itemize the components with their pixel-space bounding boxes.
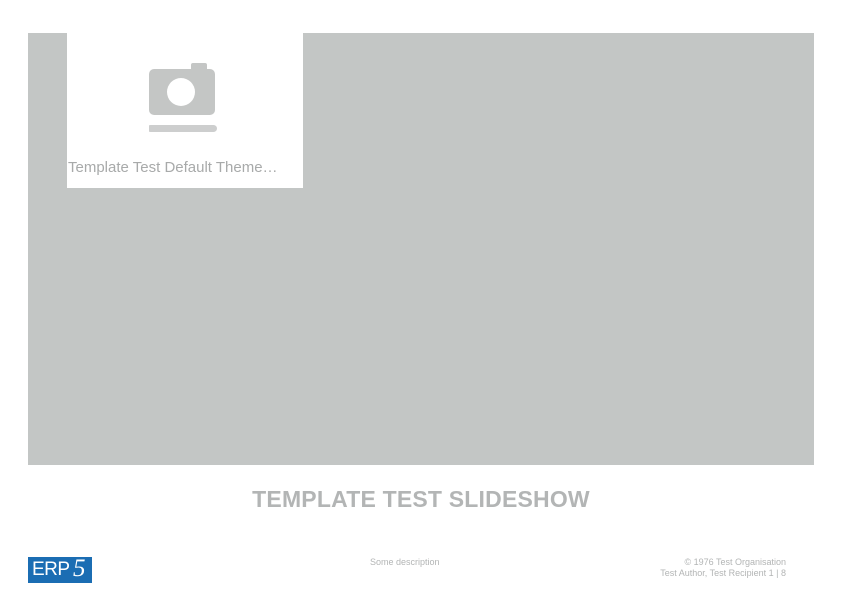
- footer-page-number: 1 | 8: [768, 568, 786, 578]
- footer-authors: Test Author, Test Recipient: [660, 568, 767, 578]
- erp5-logo-text: ERP: [32, 559, 70, 580]
- slide-title: TEMPLATE TEST SLIDESHOW: [252, 486, 590, 512]
- camera-icon: [149, 63, 217, 132]
- erp5-logo: ERP 5: [28, 555, 92, 583]
- footer-copyright: © 1976 Test Organisation: [684, 557, 786, 567]
- footer-authors-line: Test Author, Test Recipient 1 | 8: [660, 568, 786, 579]
- cover-image-area: Template Test Default Theme…: [28, 33, 814, 465]
- footer-description: Some description: [370, 557, 440, 567]
- footer-meta: © 1976 Test Organisation Test Author, Te…: [660, 557, 786, 579]
- slide-page: Template Test Default Theme… TEMPLATE TE…: [0, 0, 842, 595]
- logo-card: Template Test Default Theme…: [67, 33, 303, 188]
- logo-caption: Template Test Default Theme…: [68, 159, 278, 176]
- erp5-logo-number: 5: [73, 555, 86, 582]
